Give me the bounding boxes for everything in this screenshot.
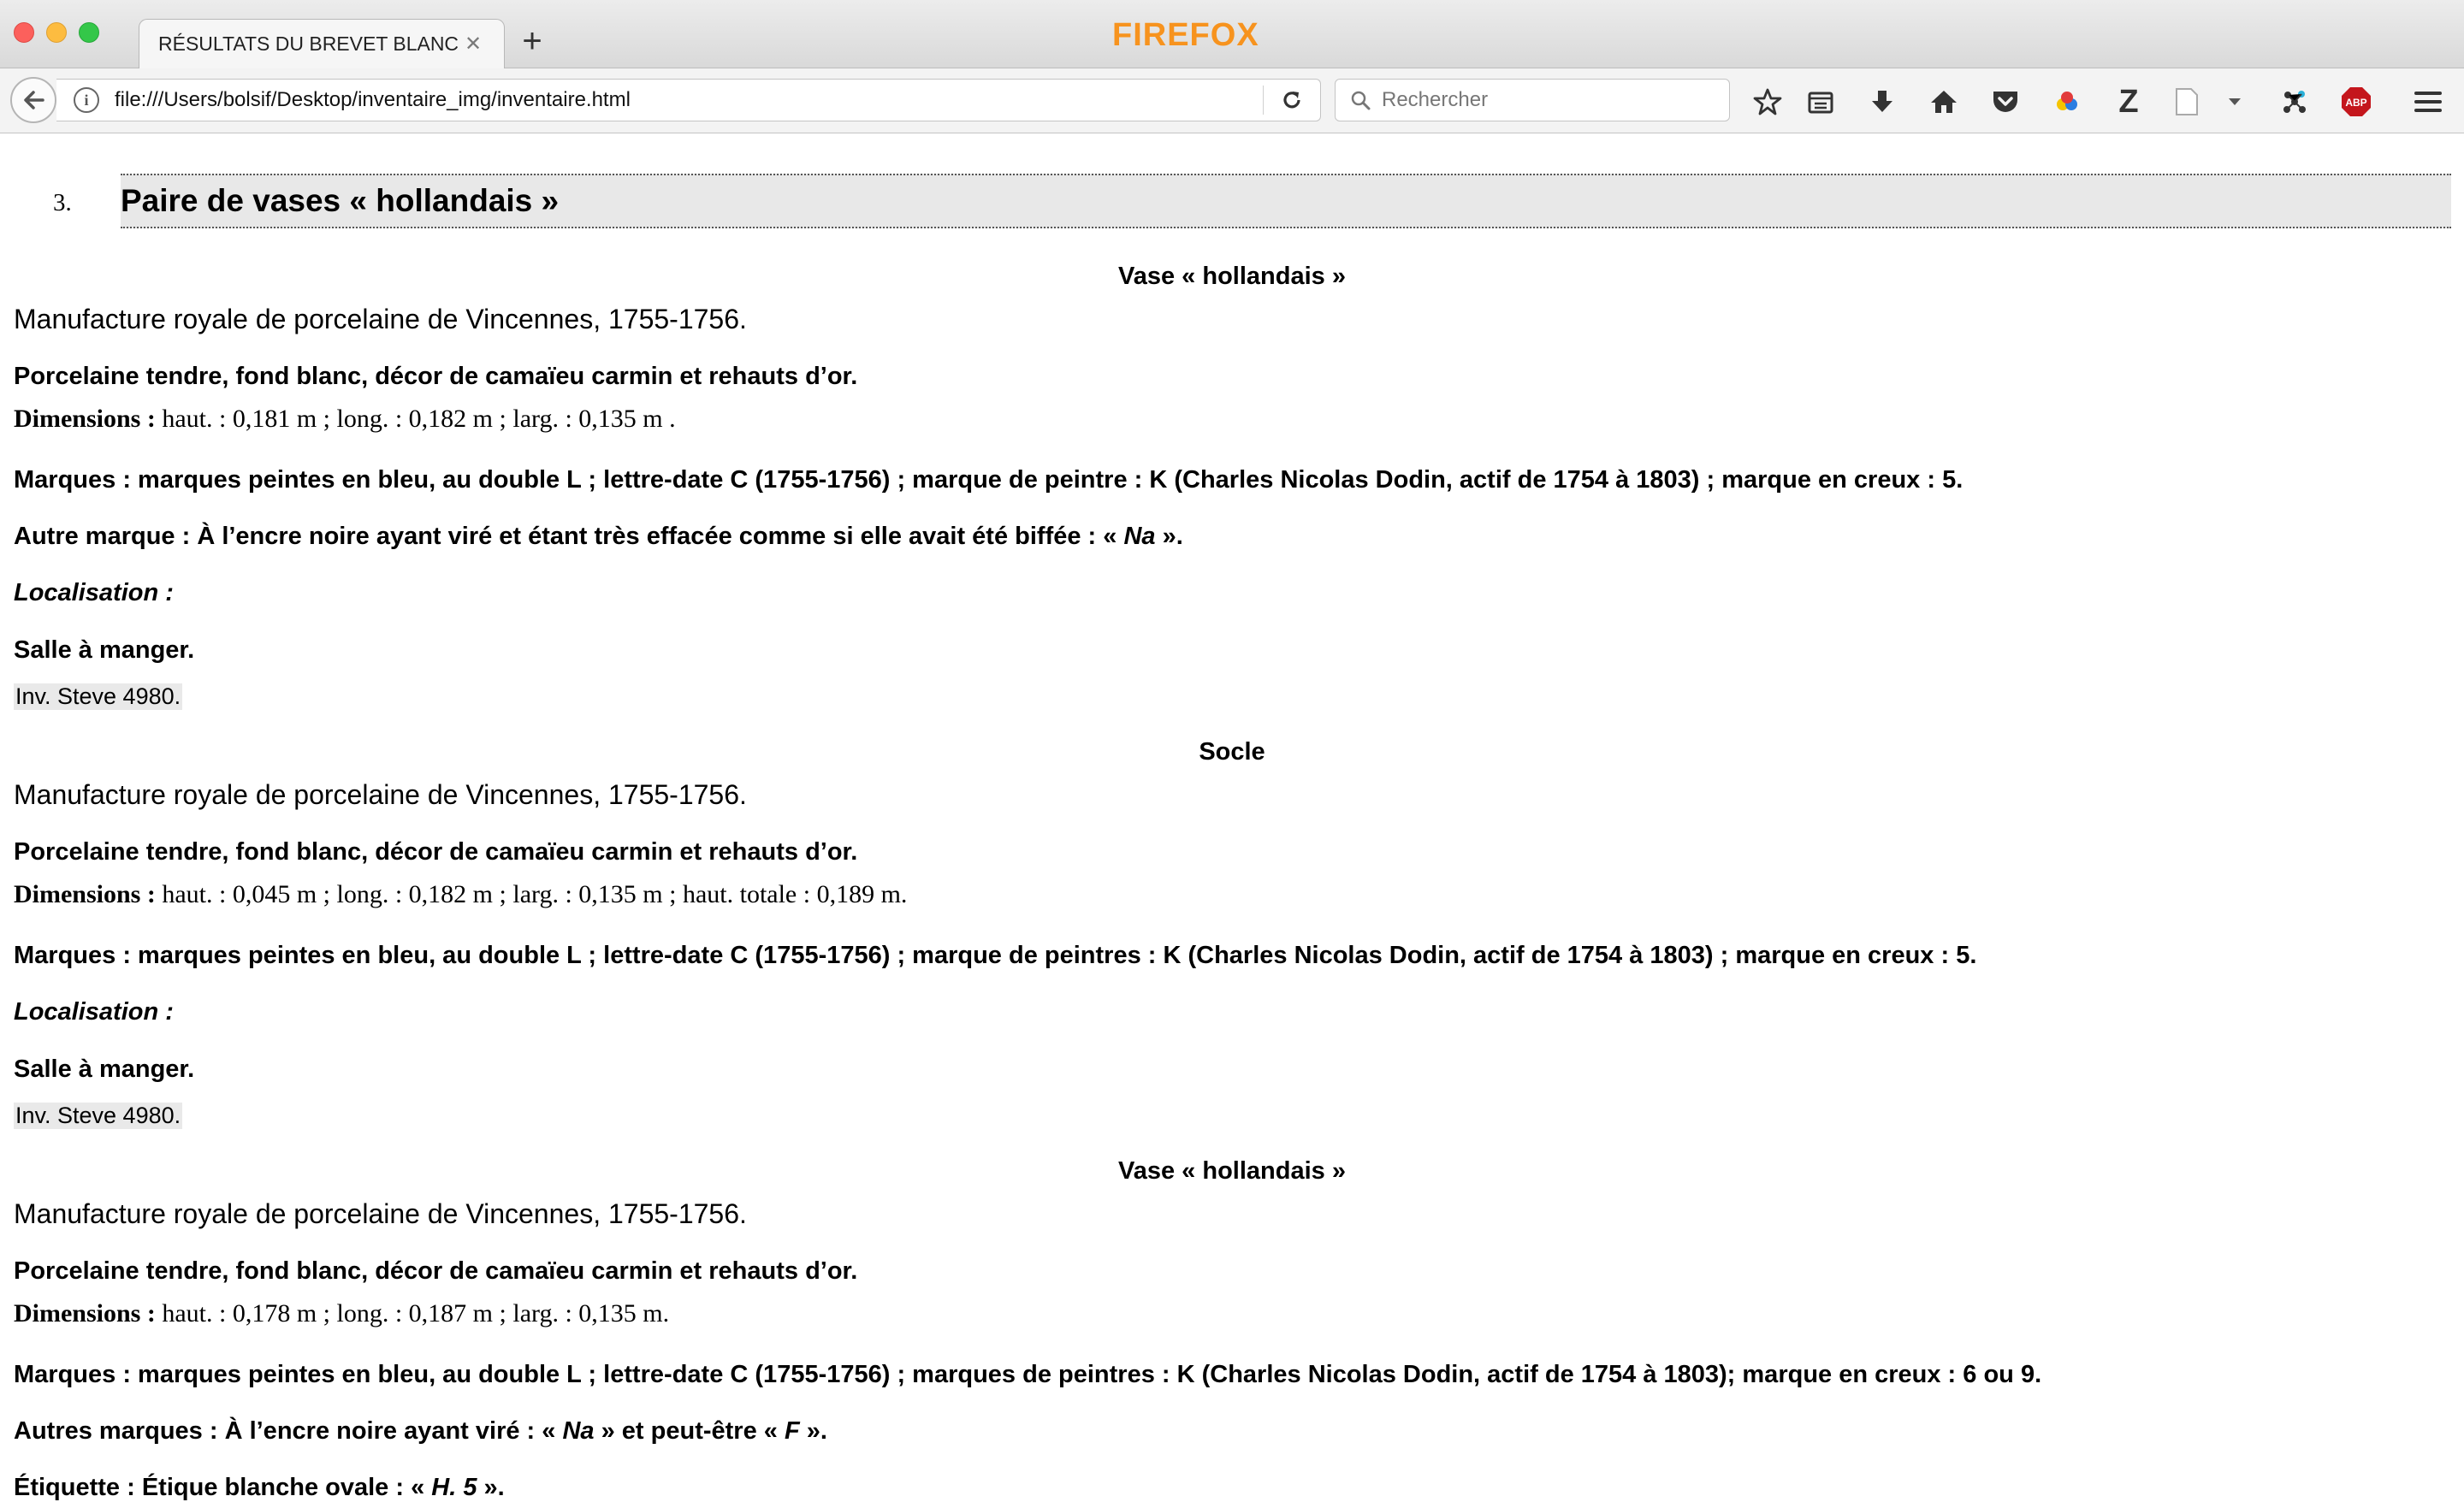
manufacture-text: Manufacture royale de porcelaine de Vinc… [14, 1198, 747, 1229]
material-text: Porcelaine tendre, fond blanc, décor de … [14, 363, 858, 390]
bookmark-star-icon[interactable] [1750, 85, 1785, 119]
manufacture-text: Manufacture royale de porcelaine de Vinc… [14, 779, 747, 810]
svg-text:ABP: ABP [2345, 97, 2366, 109]
dimensions-value: haut. : 0,045 m ; long. : 0,182 m ; larg… [155, 880, 908, 908]
label-text: Étiquette : Étique blanche ovale : « H. … [14, 1474, 505, 1502]
adblock-icon[interactable]: ABP [2339, 85, 2373, 119]
search-bar[interactable] [1335, 79, 1730, 121]
label-suffix: ». [477, 1474, 505, 1501]
title-bar: RÉSULTATS DU BREVET BLANC : ✕ + FIREFOX [0, 0, 2464, 68]
other-marks-italic-1: Na [562, 1417, 595, 1445]
page-content: 3. Paire de vases « hollandais » Vase « … [0, 134, 2464, 1502]
color-extension-icon[interactable] [2050, 85, 2084, 119]
new-tab-button[interactable]: + [515, 24, 549, 58]
url-bar[interactable]: i file:///Users/bolsif/Desktop/inventair… [56, 79, 1321, 121]
reading-list-icon[interactable] [1804, 85, 1838, 119]
tab-title: RÉSULTATS DU BREVET BLANC : [158, 33, 461, 55]
browser-brand: FIREFOX [1112, 17, 1259, 53]
manufacture-text: Manufacture royale de porcelaine de Vinc… [14, 304, 747, 334]
other-marks-prefix: Autres marques : À l’encre noire ayant v… [14, 1417, 563, 1445]
dimensions-label: Dimensions : [14, 1299, 156, 1328]
section-number: 3. [53, 189, 72, 216]
pocket-icon[interactable] [1988, 85, 2023, 119]
other-mark-text: Autre marque : À l’encre noire ayant vir… [14, 523, 1183, 551]
dimensions-line: Dimensions : haut. : 0,181 m ; long. : 0… [14, 405, 676, 434]
network-extension-icon[interactable] [2277, 85, 2312, 119]
room-text: Salle à manger. [14, 636, 195, 664]
other-marks-suffix: ». [799, 1417, 827, 1445]
search-input[interactable] [1382, 88, 1724, 112]
room-text: Salle à manger. [14, 1056, 195, 1083]
window-minimize-button[interactable] [46, 22, 67, 43]
block-heading: Socle [1199, 738, 1265, 766]
section-title: Paire de vases « hollandais » [121, 183, 560, 218]
back-button[interactable] [10, 77, 56, 123]
block-heading: Vase « hollandais » [1118, 263, 1346, 290]
window-maximize-button[interactable] [79, 22, 99, 43]
inventory-number: Inv. Steve 4980. [14, 683, 183, 710]
dimensions-label: Dimensions : [14, 405, 156, 433]
back-arrow-icon [24, 91, 44, 109]
block-heading: Vase « hollandais » [1118, 1157, 1346, 1185]
navigation-toolbar: i file:///Users/bolsif/Desktop/inventair… [0, 68, 2464, 133]
other-mark-suffix: ». [1155, 523, 1183, 550]
reload-button[interactable] [1264, 79, 1320, 121]
marks-text: Marques : marques peintes en bleu, au do… [14, 466, 1964, 494]
browser-tab[interactable]: RÉSULTATS DU BREVET BLANC : ✕ [139, 19, 505, 68]
dimensions-line: Dimensions : haut. : 0,178 m ; long. : 0… [14, 1299, 669, 1328]
material-text: Porcelaine tendre, fond blanc, décor de … [14, 838, 858, 866]
home-icon[interactable] [1927, 85, 1961, 119]
other-marks-italic-2: F [784, 1417, 800, 1445]
label-prefix: Étiquette : Étique blanche ovale : « [14, 1474, 432, 1501]
tab-close-icon[interactable]: ✕ [461, 32, 485, 56]
inventory-number: Inv. Steve 4980. [14, 1103, 183, 1129]
marks-text: Marques : marques peintes en bleu, au do… [14, 942, 1977, 969]
dimensions-value: haut. : 0,178 m ; long. : 0,187 m ; larg… [155, 1299, 670, 1328]
other-mark-italic: Na [1123, 523, 1156, 550]
dimensions-value: haut. : 0,181 m ; long. : 0,182 m ; larg… [155, 405, 676, 433]
dimensions-label: Dimensions : [14, 880, 156, 908]
download-icon[interactable] [1865, 85, 1899, 119]
other-mark-prefix: Autre marque : À l’encre noire ayant vir… [14, 523, 1124, 550]
zotero-icon[interactable]: Z [2112, 84, 2146, 120]
localisation-label: Localisation : [14, 579, 174, 606]
other-marks-middle: » et peut-être « [594, 1417, 785, 1445]
localisation-label: Localisation : [14, 998, 174, 1026]
reload-icon [1283, 92, 1300, 109]
url-text[interactable]: file:///Users/bolsif/Desktop/inventaire_… [115, 88, 1263, 112]
dimensions-line: Dimensions : haut. : 0,045 m ; long. : 0… [14, 880, 907, 909]
marks-text: Marques : marques peintes en bleu, au do… [14, 1361, 2042, 1388]
label-italic: H. 5 [431, 1474, 477, 1501]
section-header: Paire de vases « hollandais » [121, 174, 2451, 228]
window-close-button[interactable] [14, 22, 34, 43]
search-icon [1348, 87, 1373, 113]
other-marks-text: Autres marques : À l’encre noire ayant v… [14, 1417, 827, 1446]
material-text: Porcelaine tendre, fond blanc, décor de … [14, 1257, 858, 1285]
dropdown-icon[interactable] [2218, 85, 2252, 119]
hamburger-menu-icon[interactable] [2411, 85, 2445, 119]
site-info-icon[interactable]: i [74, 87, 99, 113]
page-icon[interactable] [2170, 85, 2204, 119]
